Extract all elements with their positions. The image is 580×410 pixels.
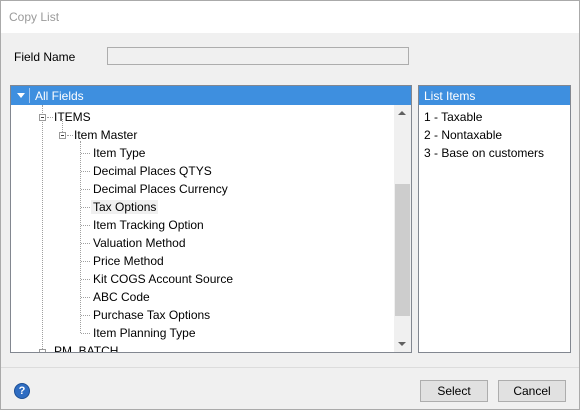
- title-bar: Copy List: [1, 1, 579, 33]
- collapse-icon[interactable]: [59, 132, 66, 139]
- tree-node-purchase-tax-options[interactable]: Purchase Tax Options: [93, 308, 210, 322]
- tree-node-abc-code[interactable]: ABC Code: [93, 290, 150, 304]
- tree-guide-line: [62, 119, 63, 132]
- tree-node-item-type[interactable]: Item Type: [93, 146, 145, 160]
- select-button[interactable]: Select: [420, 380, 488, 402]
- footer-divider: [1, 367, 579, 368]
- tree-node-valuation-method[interactable]: Valuation Method: [93, 236, 186, 250]
- list-items-header: List Items: [419, 86, 570, 105]
- tree-guide-line: [81, 153, 90, 154]
- cancel-button[interactable]: Cancel: [498, 380, 566, 402]
- tree-header-label: All Fields: [35, 89, 84, 103]
- scrollbar-thumb[interactable]: [395, 184, 410, 316]
- list-item: 3 - Base on customers: [424, 146, 545, 160]
- help-icon[interactable]: ?: [14, 383, 30, 399]
- all-fields-tree[interactable]: All Fields ITEMS Item Master Item Type D…: [10, 85, 412, 353]
- field-name-label: Field Name: [14, 50, 76, 64]
- collapse-arrow-icon[interactable]: [17, 93, 25, 98]
- tree-guide-line: [81, 189, 90, 190]
- list-item: 2 - Nontaxable: [424, 128, 503, 142]
- tree-node-decimal-places-qtys[interactable]: Decimal Places QTYS: [93, 164, 212, 178]
- copy-list-dialog: Copy List Field Name All Fields ITEMS It…: [0, 0, 580, 410]
- tree-node-kit-cogs-account-source[interactable]: Kit COGS Account Source: [93, 272, 233, 286]
- tree-guide-line: [81, 171, 90, 172]
- tree-guide-line: [81, 279, 90, 280]
- tree-guide-line: [80, 141, 81, 333]
- tree-guide-line: [81, 243, 90, 244]
- tree-guide-line: [67, 135, 73, 136]
- tree-node-pm-batch[interactable]: PM_BATCH: [54, 344, 118, 352]
- collapse-icon[interactable]: [39, 114, 46, 121]
- tree-guide-line: [81, 225, 90, 226]
- tree-guide-line: [81, 333, 90, 334]
- tree-guide-line: [42, 105, 43, 352]
- list-item: 1 - Taxable: [424, 110, 483, 124]
- scroll-down-arrow-icon[interactable]: [398, 342, 406, 346]
- expand-icon[interactable]: [39, 349, 46, 352]
- tree-node-tax-options-selected[interactable]: Tax Options: [91, 200, 159, 214]
- window-title: Copy List: [9, 10, 60, 24]
- header-separator: [29, 88, 30, 103]
- tree-header[interactable]: All Fields: [11, 86, 411, 105]
- tree-guide-line: [81, 315, 90, 316]
- scroll-up-arrow-icon[interactable]: [398, 111, 406, 115]
- list-items-header-label: List Items: [424, 89, 476, 103]
- tree-guide-line: [81, 261, 90, 262]
- tree-guide-line: [81, 297, 90, 298]
- tree-guide-line: [81, 207, 90, 208]
- tree-node-item-planning-type[interactable]: Item Planning Type: [93, 326, 196, 340]
- tree-node-decimal-places-currency[interactable]: Decimal Places Currency: [93, 182, 228, 196]
- field-name-input[interactable]: [107, 47, 409, 65]
- tree-guide-line: [47, 117, 53, 118]
- tree-vertical-scrollbar[interactable]: [394, 105, 411, 352]
- list-items-panel: List Items 1 - Taxable 2 - Nontaxable 3 …: [418, 85, 571, 353]
- tree-node-item-tracking-option[interactable]: Item Tracking Option: [93, 218, 204, 232]
- tree-node-items[interactable]: ITEMS: [54, 110, 91, 124]
- tree-node-price-method[interactable]: Price Method: [93, 254, 164, 268]
- tree-node-item-master[interactable]: Item Master: [74, 128, 137, 142]
